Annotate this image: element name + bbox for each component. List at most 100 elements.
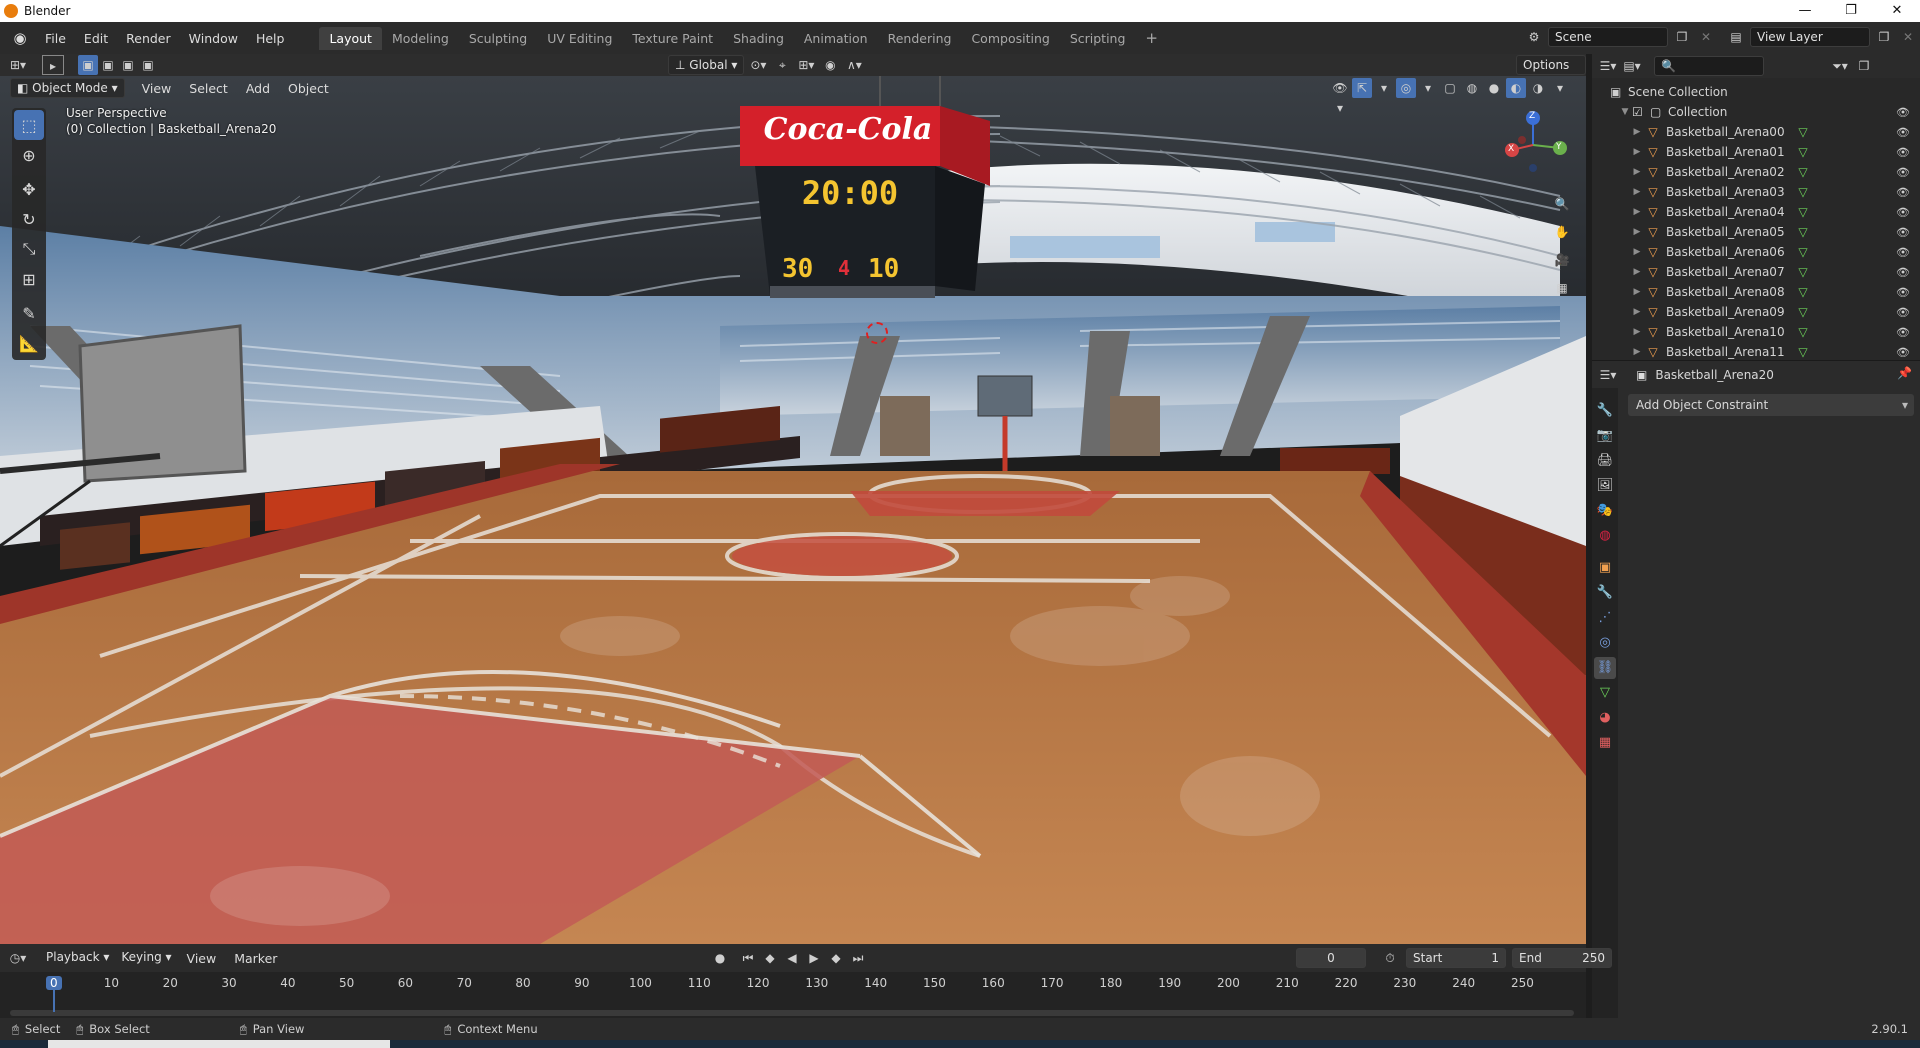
play-icon[interactable]: ▶ [804,948,824,968]
cursor-tool-icon[interactable]: ⊕ [14,140,44,170]
solid-shading-icon[interactable]: ● [1484,78,1504,98]
select-mode-new-icon[interactable]: ▣ [78,55,98,75]
eye-icon[interactable]: 👁 [1896,306,1910,319]
options-dropdown[interactable]: Options ▾ [1516,55,1586,90]
outliner-item[interactable]: ▶ ▽ Basketball_Arena02 ▽ 👁 [1592,162,1920,182]
expand-triangle-icon[interactable]: ▶ [1630,127,1644,137]
view-layer-icon[interactable]: ▤ [1726,27,1746,47]
add-object-constraint-button[interactable]: Add Object Constraint ▾ [1628,394,1914,416]
zoom-icon[interactable]: 🔍 [1552,194,1572,214]
taskbar-active-window[interactable] [48,1040,390,1048]
overlays-toggle-icon[interactable]: ◎ [1396,78,1416,98]
expand-triangle-icon[interactable]: ▶ [1630,347,1644,357]
select-mode-invert-icon[interactable]: ▣ [138,55,158,75]
eye-icon[interactable]: 👁 [1896,346,1910,359]
snap-icon[interactable]: ⌖ [772,55,792,75]
expand-triangle-icon[interactable]: ▶ [1630,287,1644,297]
delete-scene-icon[interactable]: ✕ [1696,27,1716,47]
scene-properties-icon[interactable]: 🎭 [1594,500,1616,522]
xray-icon[interactable]: ▢ [1440,78,1460,98]
expand-triangle-icon[interactable]: ▶ [1630,207,1644,217]
outliner-item[interactable]: ▶ ▽ Basketball_Arena05 ▽ 👁 [1592,222,1920,242]
eye-icon[interactable]: 👁 [1896,266,1910,279]
3d-cursor-icon[interactable] [866,322,888,344]
tab-uv-editing[interactable]: UV Editing [537,27,622,50]
scale-tool-icon[interactable]: ⤡ [14,234,44,264]
render-properties-icon[interactable]: 📷 [1594,425,1616,447]
expand-triangle-icon[interactable]: ▼ [1618,107,1632,117]
mesh-data-icon[interactable]: ▽ [1794,245,1812,259]
eye-icon[interactable]: 👁 [1896,206,1910,219]
expand-triangle-icon[interactable]: ▶ [1630,327,1644,337]
expand-triangle-icon[interactable]: ▶ [1630,267,1644,277]
viewport-menu-object[interactable]: Object [279,81,338,96]
expand-triangle-icon[interactable]: ▶ [1630,147,1644,157]
editor-type-icon[interactable]: ⊞▾ [8,55,28,75]
outliner-item[interactable]: ▶ ▽ Basketball_Arena07 ▽ 👁 [1592,262,1920,282]
mesh-data-icon[interactable]: ▽ [1794,345,1812,359]
tab-sculpting[interactable]: Sculpting [459,27,537,50]
new-view-layer-icon[interactable]: ❐ [1874,27,1894,47]
ortho-grid-icon[interactable]: ▦ [1552,278,1572,298]
3d-viewport[interactable]: Coca-Cola 20:00 30 4 10 User Perspective… [0,76,1586,944]
select-mode-subtract-icon[interactable]: ▣ [118,55,138,75]
add-workspace-button[interactable]: + [1135,25,1168,51]
rendered-shading-icon[interactable]: ◑ [1528,78,1548,98]
mesh-data-icon[interactable]: ▽ [1794,205,1812,219]
pivot-point-icon[interactable]: ⊙▾ [748,55,768,75]
new-scene-icon[interactable]: ❐ [1672,27,1692,47]
outliner-search-input[interactable]: 🔍 [1654,56,1764,76]
select-box-icon[interactable]: ⬚ [14,110,44,140]
outliner-item[interactable]: ▶ ▽ Basketball_Arena06 ▽ 👁 [1592,242,1920,262]
expand-triangle-icon[interactable]: ▶ [1630,167,1644,177]
expand-triangle-icon[interactable]: ▶ [1630,247,1644,257]
eye-icon[interactable]: 👁 [1896,246,1910,259]
timeline-editor-type-icon[interactable]: ◷▾ [8,948,28,968]
proportional-falloff-icon[interactable]: ∧▾ [844,55,864,75]
eye-icon[interactable]: 👁 [1896,166,1910,179]
next-keyframe-icon[interactable]: ◆ [826,948,846,968]
material-shading-icon[interactable]: ◐ [1506,78,1526,98]
tab-scripting[interactable]: Scripting [1060,27,1136,50]
world-properties-icon[interactable]: ◍ [1594,525,1616,547]
particles-properties-icon[interactable]: ⋰ [1594,607,1616,629]
expand-triangle-icon[interactable]: ▶ [1630,227,1644,237]
menu-render[interactable]: Render [117,31,180,46]
mesh-data-icon[interactable]: ▽ [1794,265,1812,279]
modifier-properties-icon[interactable]: 🔧 [1594,582,1616,604]
keying-menu[interactable]: Keying ▾ [115,948,177,968]
play-reverse-icon[interactable]: ◀ [782,948,802,968]
shading-options-icon[interactable]: ▾ [1550,78,1570,98]
menu-file[interactable]: File [36,31,75,46]
mesh-data-icon[interactable]: ▽ [1794,325,1812,339]
tool-properties-icon[interactable]: 🔧 [1594,400,1616,422]
physics-properties-icon[interactable]: ◎ [1594,632,1616,654]
view-layer-properties-icon[interactable]: 🖼 [1594,475,1616,497]
current-frame-field[interactable]: 0 [1296,948,1366,968]
delete-view-layer-icon[interactable]: ✕ [1898,27,1918,47]
viewport-menu-add[interactable]: Add [237,81,279,96]
proportional-edit-icon[interactable]: ◉ [820,55,840,75]
outliner-scene-collection[interactable]: ▣ Scene Collection [1592,82,1920,102]
outliner-item[interactable]: ▶ ▽ Basketball_Arena04 ▽ 👁 [1592,202,1920,222]
timeline-scrollbar[interactable] [10,1010,1574,1016]
wireframe-shading-icon[interactable]: ◍ [1462,78,1482,98]
eye-icon[interactable]: 👁 [1896,106,1910,119]
eye-icon[interactable]: 👁 [1896,186,1910,199]
minimize-icon[interactable]: — [1782,0,1828,22]
visibility-icon[interactable]: 👁▾ [1330,78,1350,115]
menu-help[interactable]: Help [247,31,294,46]
viewport-menu-select[interactable]: Select [180,81,237,96]
mesh-data-icon[interactable]: ▽ [1794,165,1812,179]
jump-end-icon[interactable]: ⏭ [848,948,868,968]
tab-modeling[interactable]: Modeling [382,27,459,50]
expand-triangle-icon[interactable]: ▶ [1630,187,1644,197]
tab-shading[interactable]: Shading [723,27,794,50]
view-layer-selector[interactable]: View Layer [1750,27,1870,47]
pan-hand-icon[interactable]: ✋ [1552,222,1572,242]
gizmo-dropdown-icon[interactable]: ▾ [1374,78,1394,98]
collection-checkbox-icon[interactable]: ☑ [1632,105,1650,119]
outliner-item[interactable]: ▶ ▽ Basketball_Arena01 ▽ 👁 [1592,142,1920,162]
expand-triangle-icon[interactable]: ▶ [1630,307,1644,317]
eye-icon[interactable]: 👁 [1896,126,1910,139]
